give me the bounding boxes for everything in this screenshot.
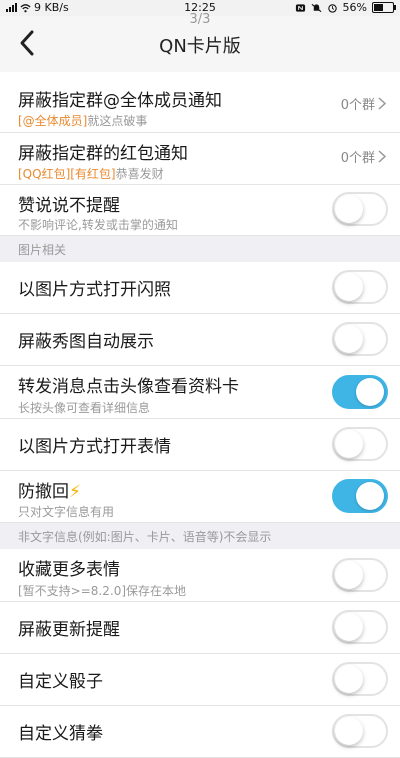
row-title: 赞说说不提醒: [18, 196, 120, 216]
row-title: 以图片方式打开闪照: [18, 280, 171, 300]
toggle-knob: [335, 325, 363, 353]
custom-dice-toggle[interactable]: [332, 662, 388, 696]
row-title: 以图片方式打开表情: [18, 437, 171, 457]
toggle-knob: [335, 273, 363, 301]
row-subtitle-tag: [@全体成员]: [18, 114, 88, 128]
toggle-knob: [335, 195, 363, 223]
custom-rps-toggle[interactable]: [332, 714, 388, 748]
row-subtitle: 只对文字信息有用: [18, 505, 115, 519]
row-title: 转发消息点击头像查看资料卡: [18, 377, 239, 397]
lightning-icon: ⚡: [69, 482, 81, 502]
show-pic-toggle[interactable]: [332, 322, 388, 356]
row-title: 屏蔽秀图自动展示: [18, 332, 154, 352]
row-subtitle-text: 就这点破事: [87, 114, 148, 128]
row-mention-all[interactable]: 屏蔽指定群@全体成员通知 [@全体成员]就这点破事 0个群: [0, 80, 400, 133]
row-title: 屏蔽指定群@全体成员通知: [18, 91, 222, 111]
row-title: 防撤回⚡: [18, 477, 81, 502]
section-label: 图片相关: [18, 243, 67, 257]
group-count: 0个群: [340, 151, 375, 166]
update-notice-toggle[interactable]: [332, 610, 388, 644]
row-value: 0个群: [341, 147, 386, 166]
page-title: QN卡片版: [159, 36, 241, 57]
chevron-right-icon: [378, 97, 386, 110]
row-emoticon-image: 以图片方式打开表情: [0, 419, 400, 471]
row-title: 屏蔽指定群的红包通知: [18, 144, 188, 164]
row-title-text: 防撤回: [18, 482, 69, 502]
toggle-knob: [335, 665, 363, 693]
row-more-emoticons: 收藏更多表情 [暂不支持>=8.2.0]保存在本地: [0, 549, 400, 602]
row-subtitle: [@全体成员]就这点破事: [18, 112, 147, 129]
bell-off-icon: [311, 3, 321, 12]
row-subtitle: [QQ红包][有红包]恭喜发财: [18, 165, 164, 182]
row-title: 收藏更多表情: [18, 560, 120, 580]
row-value: 0个群: [341, 94, 386, 113]
row-custom-dice: 自定义骰子: [0, 654, 400, 706]
emoticon-image-toggle[interactable]: [332, 427, 388, 461]
nav-bar: 3/3 QN卡片版: [0, 12, 400, 72]
anti-recall-toggle[interactable]: [332, 479, 388, 513]
row-flash-image: 以图片方式打开闪照: [0, 262, 400, 314]
group-count: 0个群: [340, 98, 375, 113]
row-title: 屏蔽更新提醒: [18, 620, 120, 640]
row-forward-avatar: 转发消息点击头像查看资料卡 长按头像可查看详细信息: [0, 366, 400, 419]
more-emoticons-toggle[interactable]: [332, 558, 388, 592]
page-indicator: 3/3: [189, 12, 211, 27]
chevron-right-icon: [378, 150, 386, 163]
like-status-toggle[interactable]: [332, 192, 388, 226]
section-header-non-text: 非文字信息(例如:图片、卡片、语音等)不会显示: [0, 523, 400, 549]
section-label: 非文字信息(例如:图片、卡片、语音等)不会显示: [18, 530, 272, 544]
row-subtitle-tag: [QQ红包][有红包]: [18, 167, 116, 181]
row-red-packet[interactable]: 屏蔽指定群的红包通知 [QQ红包][有红包]恭喜发财 0个群: [0, 133, 400, 185]
toggle-knob: [335, 717, 363, 745]
toggle-knob: [335, 613, 363, 641]
forward-avatar-toggle[interactable]: [332, 375, 388, 409]
row-show-pic: 屏蔽秀图自动展示: [0, 314, 400, 366]
row-update-notice: 屏蔽更新提醒: [0, 602, 400, 654]
section-header-images: 图片相关: [0, 236, 400, 262]
nfc-icon: [295, 3, 305, 12]
row-custom-rps: 自定义猜拳: [0, 706, 400, 758]
toggle-knob: [335, 430, 363, 458]
toggle-knob: [335, 561, 363, 589]
row-like-status: 赞说说不提醒 不影响评论,转发或击掌的通知: [0, 185, 400, 236]
row-subtitle-text: 恭喜发财: [115, 167, 164, 181]
toggle-knob: [356, 482, 384, 510]
row-subtitle: 不影响评论,转发或击掌的通知: [18, 218, 178, 232]
row-subtitle: 长按头像可查看详细信息: [18, 401, 151, 415]
row-subtitle: [暂不支持>=8.2.0]保存在本地: [18, 584, 187, 598]
toggle-knob: [356, 378, 384, 406]
row-title: 自定义猜拳: [18, 724, 103, 744]
alarm-icon: [327, 3, 337, 13]
row-title: 自定义骰子: [18, 672, 103, 692]
settings-list: 屏蔽指定群@全体成员通知 [@全体成员]就这点破事 0个群 屏蔽指定群的红包通知…: [0, 80, 400, 758]
flash-image-toggle[interactable]: [332, 270, 388, 304]
row-anti-recall: 防撤回⚡ 只对文字信息有用: [0, 471, 400, 523]
